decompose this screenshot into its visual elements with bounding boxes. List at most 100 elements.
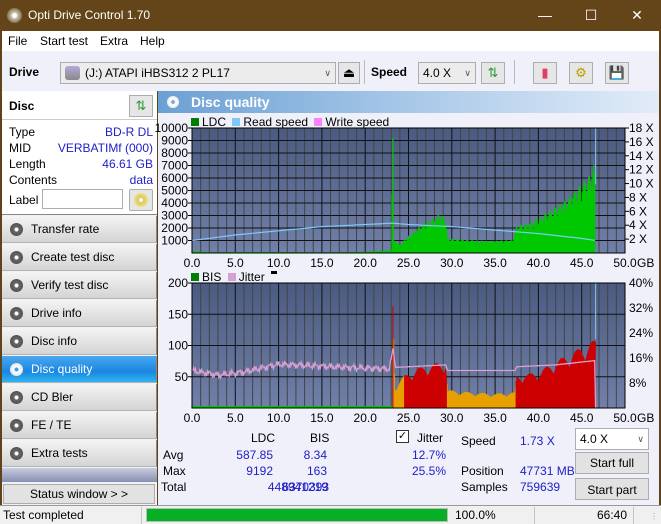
title-bar: Opti Drive Control 1.70 — ☐ ✕ xyxy=(0,0,661,31)
close-button[interactable]: ✕ xyxy=(614,0,660,31)
save-button[interactable]: 💾 xyxy=(605,62,629,84)
y-tick-label: 9000 xyxy=(161,134,188,148)
x-tick-label: 40.0 xyxy=(527,256,551,270)
y-right-tick-label: 2 X xyxy=(629,232,647,246)
y-right-tick-label: 8% xyxy=(629,376,647,390)
stats-total-label: Total xyxy=(161,480,187,494)
disc-icon xyxy=(10,223,23,236)
maximize-button[interactable]: ☐ xyxy=(568,0,614,31)
y-tick-label: 7000 xyxy=(161,159,188,173)
nav-label: Drive info xyxy=(31,306,82,320)
disc-label-button[interactable] xyxy=(129,189,153,211)
bis-chart: 50 100 150 200 8% 16% 24% 32% 40% 0.0 5.0 10.0 15.0 2… xyxy=(168,276,654,425)
x-tick-label: 0.0 xyxy=(184,411,201,425)
stats-max-bis: 163 xyxy=(306,464,327,478)
y-right-tick-label: 24% xyxy=(629,326,653,340)
jitter-checkbox[interactable]: ✓ xyxy=(396,430,409,443)
menu-help[interactable]: Help xyxy=(140,34,165,48)
panel-title: Disc quality xyxy=(191,94,270,110)
gears-icon: ⚙ xyxy=(575,65,587,80)
x-tick-label: 30.0 xyxy=(440,256,464,270)
nav-label: Verify test disc xyxy=(31,278,109,292)
nav-extra-tests[interactable]: Extra tests xyxy=(2,440,157,467)
drive-label: Drive xyxy=(9,65,40,79)
start-full-button[interactable]: Start full xyxy=(575,452,649,474)
nav-drive-info[interactable]: Drive info xyxy=(2,300,157,327)
x-tick-label: 30.0 xyxy=(440,411,464,425)
panel-header: Disc quality xyxy=(158,91,659,113)
test-speed-select[interactable]: 4.0 X ∨ xyxy=(575,428,649,450)
start-part-button[interactable]: Start part xyxy=(575,478,649,500)
eject-button[interactable]: ⏏ xyxy=(338,62,360,84)
toolbar-divider xyxy=(514,60,515,84)
disc-info-panel: Disc ⇅ Type BD-R DL MID VERBATIMf (000) Le… xyxy=(2,91,157,215)
disc-quality-icon xyxy=(167,96,179,108)
menu-extra[interactable]: Extra xyxy=(100,34,128,48)
menu-start-test[interactable]: Start test xyxy=(40,34,88,48)
disc-type-label: Type xyxy=(9,125,36,139)
speed-label: Speed xyxy=(371,65,408,79)
status-divider xyxy=(141,507,142,524)
drive-select[interactable]: (J:) ATAPI iHBS312 2 PL17 ∨ xyxy=(60,62,336,84)
nav-label: FE / TE xyxy=(31,418,72,432)
y-right-tick-label: 16 X xyxy=(629,135,654,149)
nav-transfer-rate[interactable]: Transfer rate xyxy=(2,216,157,243)
nav-spacer xyxy=(2,468,157,482)
window-title: Opti Drive Control 1.70 xyxy=(28,8,151,22)
y-tick-label: 10000 xyxy=(155,121,189,135)
elapsed-time: 66:40 xyxy=(596,508,627,522)
resize-grip-icon[interactable]: ⋮ xyxy=(650,512,658,521)
x-tick-label: 35.0 xyxy=(483,411,507,425)
disc-heading: Disc xyxy=(9,99,35,113)
test-speed-value: 4.0 X xyxy=(580,432,609,446)
refresh-arrows-icon: ⇅ xyxy=(487,65,499,80)
nav-disc-quality[interactable]: Disc quality xyxy=(2,356,157,383)
nav-cd-bler[interactable]: CD Bler xyxy=(2,384,157,411)
x-tick-label: 10.0 xyxy=(267,411,291,425)
x-tick-label: 25.0 xyxy=(397,411,421,425)
menu-bar: File Start test Extra Help xyxy=(2,31,659,51)
nav-disc-info[interactable]: Disc info xyxy=(2,328,157,355)
disc-mid-row: MID VERBATIMf (000) xyxy=(9,141,153,155)
nav-label: Disc quality xyxy=(31,362,93,376)
x-tick-label: 50.0 xyxy=(613,256,637,270)
stats-speed-value: 1.73 X xyxy=(520,434,555,448)
minimize-button[interactable]: — xyxy=(522,0,568,31)
floppy-disk-icon: 💾 xyxy=(608,65,626,80)
y-right-tick-label: 8 X xyxy=(629,190,647,204)
disc-label-input[interactable] xyxy=(42,189,123,209)
disc-length-row: Length 46.61 GB xyxy=(9,157,153,171)
stats-samples-value: 759639 xyxy=(520,480,561,494)
erase-button[interactable]: ▮ xyxy=(533,62,557,84)
nav-create-test-disc[interactable]: Create test disc xyxy=(2,244,157,271)
disc-refresh-button[interactable]: ⇅ xyxy=(129,95,153,117)
nav-fe-te[interactable]: FE / TE xyxy=(2,412,157,439)
speed-select[interactable]: 4.0 X ∨ xyxy=(418,62,476,84)
disc-type-row: Type BD-R DL xyxy=(9,125,153,139)
settings-button[interactable]: ⚙ xyxy=(569,62,593,84)
toolbar-divider xyxy=(364,60,365,84)
stats-samples-label: Samples xyxy=(461,480,508,494)
y-right-tick-label: 32% xyxy=(629,301,653,315)
y-tick-label: 5000 xyxy=(161,184,188,198)
y-right-tick-label: 40% xyxy=(629,276,653,290)
y-right-tick-label: 18 X xyxy=(629,121,654,135)
disc-icon xyxy=(10,251,23,264)
disc-quality-panel: Disc quality LDC Read speed Write speed … xyxy=(155,91,659,505)
nav-label: Extra tests xyxy=(31,446,88,460)
eraser-icon: ▮ xyxy=(541,65,549,80)
nav-verify-test-disc[interactable]: Verify test disc xyxy=(2,272,157,299)
y-tick-label: 200 xyxy=(168,276,188,290)
disc-icon xyxy=(10,335,23,348)
chevron-down-icon: ∨ xyxy=(464,68,471,78)
disc-label-label: Label xyxy=(9,193,39,207)
stats-position-label: Position xyxy=(461,464,504,478)
nav-label: Create test disc xyxy=(31,250,115,264)
menu-file[interactable]: File xyxy=(8,34,27,48)
eject-icon: ⏏ xyxy=(342,65,356,80)
refresh-button[interactable]: ⇅ xyxy=(481,62,505,84)
disc-icon xyxy=(10,279,23,292)
stats-max-jitter: 25.5% xyxy=(412,464,447,478)
status-window-button[interactable]: Status window > > xyxy=(3,484,155,504)
progress-fill xyxy=(147,509,447,521)
